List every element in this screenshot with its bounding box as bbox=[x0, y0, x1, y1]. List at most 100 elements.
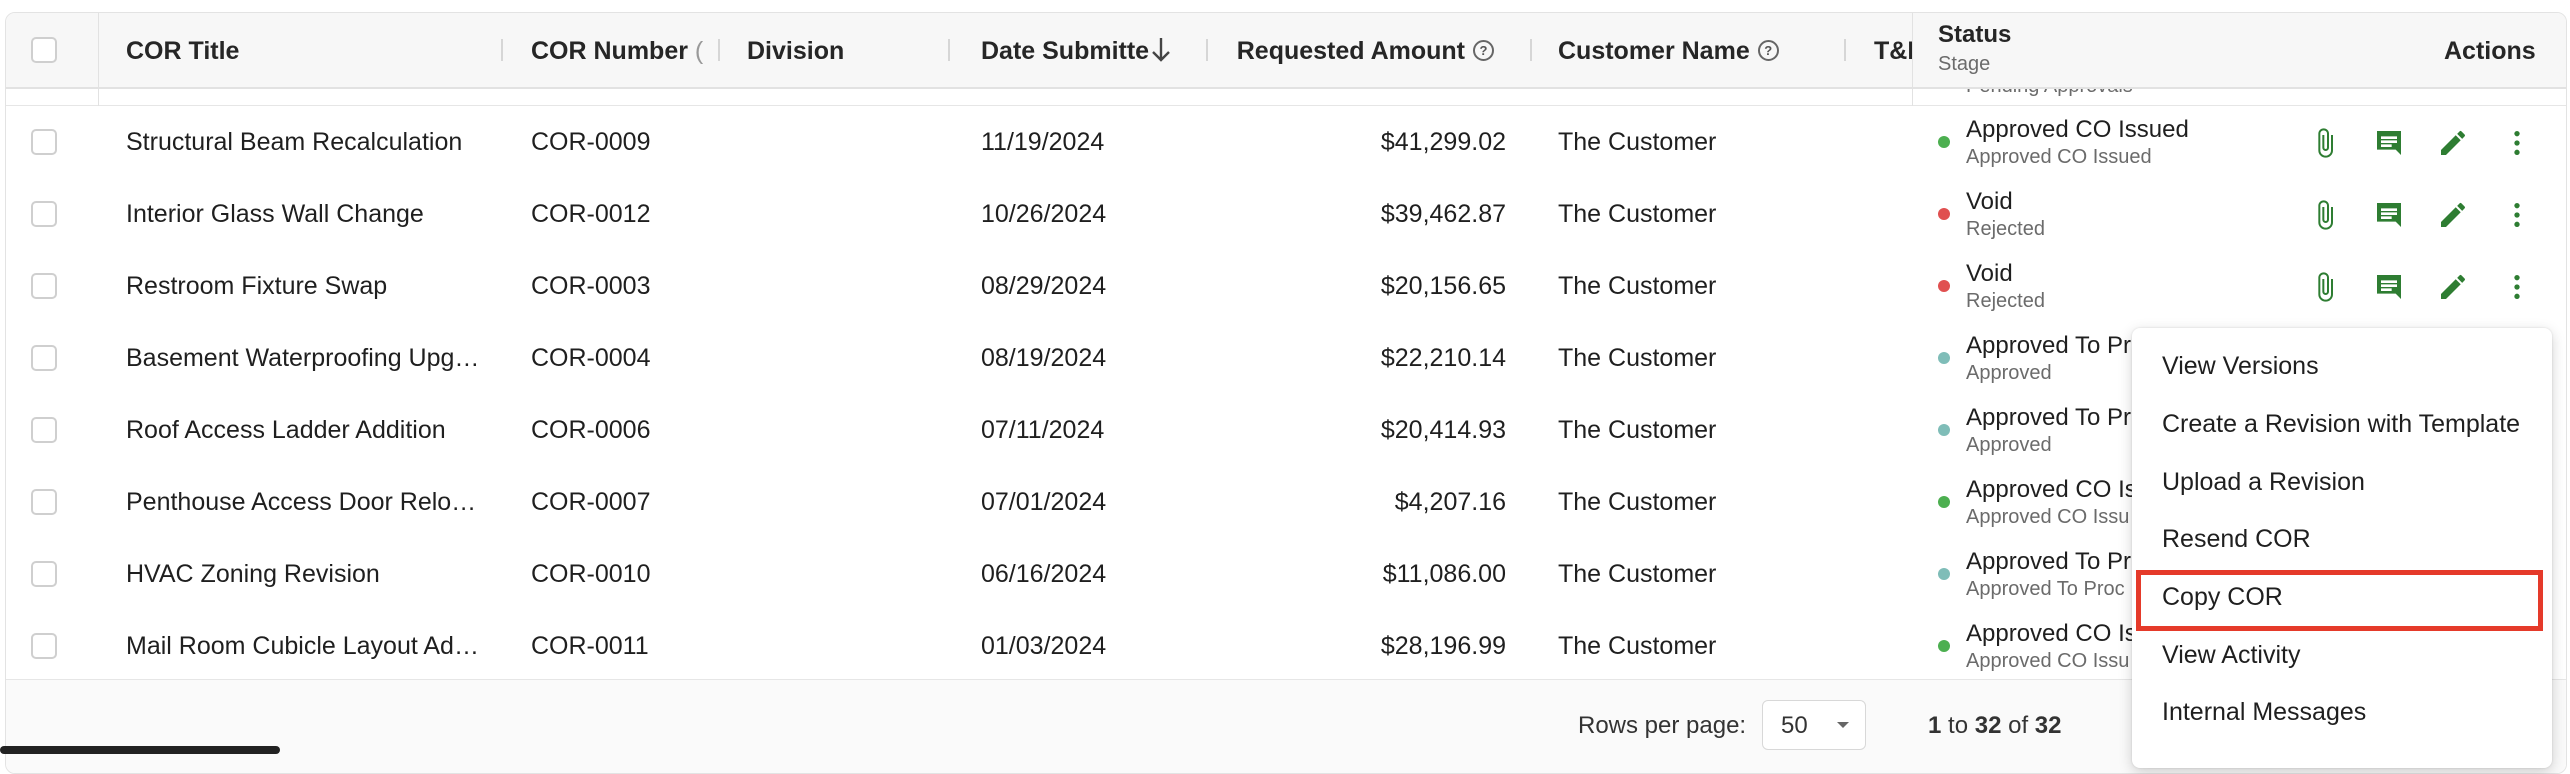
column-resizer[interactable] bbox=[501, 39, 503, 61]
row-checkbox[interactable] bbox=[31, 201, 57, 227]
header-customer-name[interactable]: Customer Name? bbox=[1558, 37, 1779, 66]
row-actions-menu: View Versions Create a Revision with Tem… bbox=[2132, 328, 2552, 768]
menu-item-view-versions[interactable]: View Versions bbox=[2162, 352, 2319, 381]
requested-amount: $22,210.14 bbox=[1380, 344, 1506, 372]
row-checkbox[interactable] bbox=[31, 345, 57, 371]
row-checkbox[interactable] bbox=[31, 417, 57, 443]
attachment-icon[interactable] bbox=[2308, 270, 2342, 304]
status-text: Approved To Pr bbox=[1966, 548, 2131, 575]
table-row[interactable]: Structural Beam Recalculation COR-0009 11/… bbox=[6, 106, 2566, 179]
date-submitted: 07/11/2024 bbox=[981, 416, 1105, 444]
requested-amount: $20,156.65 bbox=[1380, 272, 1506, 300]
comment-icon[interactable] bbox=[2372, 270, 2406, 304]
comment-icon[interactable] bbox=[2372, 198, 2406, 232]
date-submitted: 07/01/2024 bbox=[981, 488, 1107, 516]
date-submitted: 01/03/2024 bbox=[981, 632, 1107, 660]
requested-amount: $20,414.93 bbox=[1380, 416, 1506, 444]
status-dot bbox=[1938, 496, 1950, 508]
status-text: Approved To Pr bbox=[1966, 404, 2131, 431]
customer-name: The Customer bbox=[1558, 416, 1717, 444]
header-stage: Stage bbox=[1938, 53, 1991, 75]
stage-text: Approved CO Issued bbox=[1966, 146, 2152, 168]
column-resizer[interactable] bbox=[1206, 39, 1208, 61]
cor-title: Restroom Fixture Swap bbox=[126, 272, 388, 300]
status-text: Approved CO Issued bbox=[1966, 116, 2189, 143]
select-all-checkbox[interactable] bbox=[31, 37, 57, 63]
cor-title: Basement Waterproofing Upg… bbox=[126, 344, 480, 372]
header-divider bbox=[98, 13, 99, 87]
row-checkbox[interactable] bbox=[31, 633, 57, 659]
customer-name: The Customer bbox=[1558, 344, 1717, 372]
status-dot bbox=[1938, 208, 1950, 220]
requested-amount: $39,462.87 bbox=[1380, 200, 1506, 228]
attachment-icon[interactable] bbox=[2308, 198, 2342, 232]
cor-number: COR-0011 bbox=[531, 632, 649, 660]
header-cor-title[interactable]: COR Title bbox=[126, 37, 239, 66]
rows-per-page-label: Rows per page: bbox=[1578, 712, 1747, 739]
requested-amount: $4,207.16 bbox=[1394, 488, 1506, 516]
row-checkbox[interactable] bbox=[31, 129, 57, 155]
column-resizer[interactable] bbox=[1844, 39, 1846, 61]
cor-number: COR-0004 bbox=[531, 344, 651, 372]
status-text: Void bbox=[1966, 188, 2013, 215]
menu-item-upload-revision[interactable]: Upload a Revision bbox=[2162, 468, 2365, 497]
row-checkbox[interactable] bbox=[31, 273, 57, 299]
cor-title: HVAC Zoning Revision bbox=[126, 560, 380, 588]
stage-text: Approved CO Issu bbox=[1966, 506, 2130, 528]
cor-title: Roof Access Ladder Addition bbox=[126, 416, 446, 444]
table-row[interactable]: Restroom Fixture Swap COR-0003 08/29/2024 $… bbox=[6, 250, 2566, 323]
status-dot bbox=[1938, 424, 1950, 436]
edit-icon[interactable] bbox=[2436, 126, 2470, 160]
requested-amount: $28,196.99 bbox=[1380, 632, 1506, 660]
stage-text: Rejected bbox=[1966, 290, 2045, 312]
help-icon[interactable]: ? bbox=[1473, 39, 1494, 61]
cor-title: Structural Beam Recalculation bbox=[126, 128, 463, 156]
menu-item-resend-cor[interactable]: Resend COR bbox=[2162, 525, 2311, 554]
attachment-icon[interactable] bbox=[2308, 126, 2342, 160]
menu-item-internal-messages[interactable]: Internal Messages bbox=[2162, 698, 2366, 727]
rows-per-page-select[interactable]: 50 bbox=[1762, 700, 1866, 750]
status-dot bbox=[1938, 136, 1950, 148]
column-resizer[interactable] bbox=[1530, 39, 1532, 61]
edit-icon[interactable] bbox=[2436, 198, 2470, 232]
table-row[interactable]: Interior Glass Wall Change COR-0012 10/26/… bbox=[6, 178, 2566, 251]
row-checkbox[interactable] bbox=[31, 561, 57, 587]
help-icon[interactable]: ? bbox=[1757, 39, 1779, 61]
stage-text: Approved CO Issu bbox=[1966, 650, 2130, 672]
sort-desc-icon[interactable] bbox=[1148, 35, 1174, 70]
column-resizer[interactable] bbox=[948, 39, 950, 61]
menu-item-create-revision-template[interactable]: Create a Revision with Template bbox=[2162, 410, 2520, 439]
pagination-range: 1 to 32 of 32 bbox=[1928, 712, 2062, 739]
status-dot bbox=[1938, 640, 1950, 652]
cor-number: COR-0003 bbox=[531, 272, 651, 300]
stage-text: Approved bbox=[1966, 434, 2052, 456]
customer-name: The Customer bbox=[1558, 128, 1717, 156]
cor-number: COR-0006 bbox=[531, 416, 651, 444]
status-dot bbox=[1938, 352, 1950, 364]
header-status[interactable]: Status bbox=[1938, 21, 2011, 49]
header-cor-number[interactable]: COR Number ( bbox=[531, 37, 703, 66]
header-division[interactable]: Division bbox=[747, 37, 844, 66]
status-dot bbox=[1938, 280, 1950, 292]
row-checkbox[interactable] bbox=[31, 489, 57, 515]
edit-icon[interactable] bbox=[2436, 270, 2470, 304]
stage-text: Rejected bbox=[1966, 218, 2045, 240]
more-vert-icon[interactable] bbox=[2500, 126, 2534, 160]
more-vert-icon[interactable] bbox=[2500, 270, 2534, 304]
column-resizer[interactable] bbox=[718, 39, 720, 61]
customer-name: The Customer bbox=[1558, 272, 1717, 300]
caret-down-icon bbox=[1833, 713, 1853, 742]
header-tm[interactable]: T&I bbox=[1874, 37, 1914, 66]
date-submitted: 08/19/2024 bbox=[981, 344, 1107, 372]
customer-name: The Customer bbox=[1558, 560, 1717, 588]
header-requested-amount[interactable]: Requested Amount? bbox=[1236, 37, 1494, 66]
status-text: Void bbox=[1966, 260, 2013, 287]
comment-icon[interactable] bbox=[2372, 126, 2406, 160]
menu-item-view-activity[interactable]: View Activity bbox=[2162, 641, 2300, 670]
column-menu-icon: ( bbox=[694, 37, 704, 65]
status-text: Approved To Pr bbox=[1966, 332, 2131, 359]
customer-name: The Customer bbox=[1558, 632, 1717, 660]
header-actions: Actions bbox=[2444, 37, 2536, 65]
cor-number: COR-0009 bbox=[531, 128, 651, 156]
more-vert-icon[interactable] bbox=[2500, 198, 2534, 232]
